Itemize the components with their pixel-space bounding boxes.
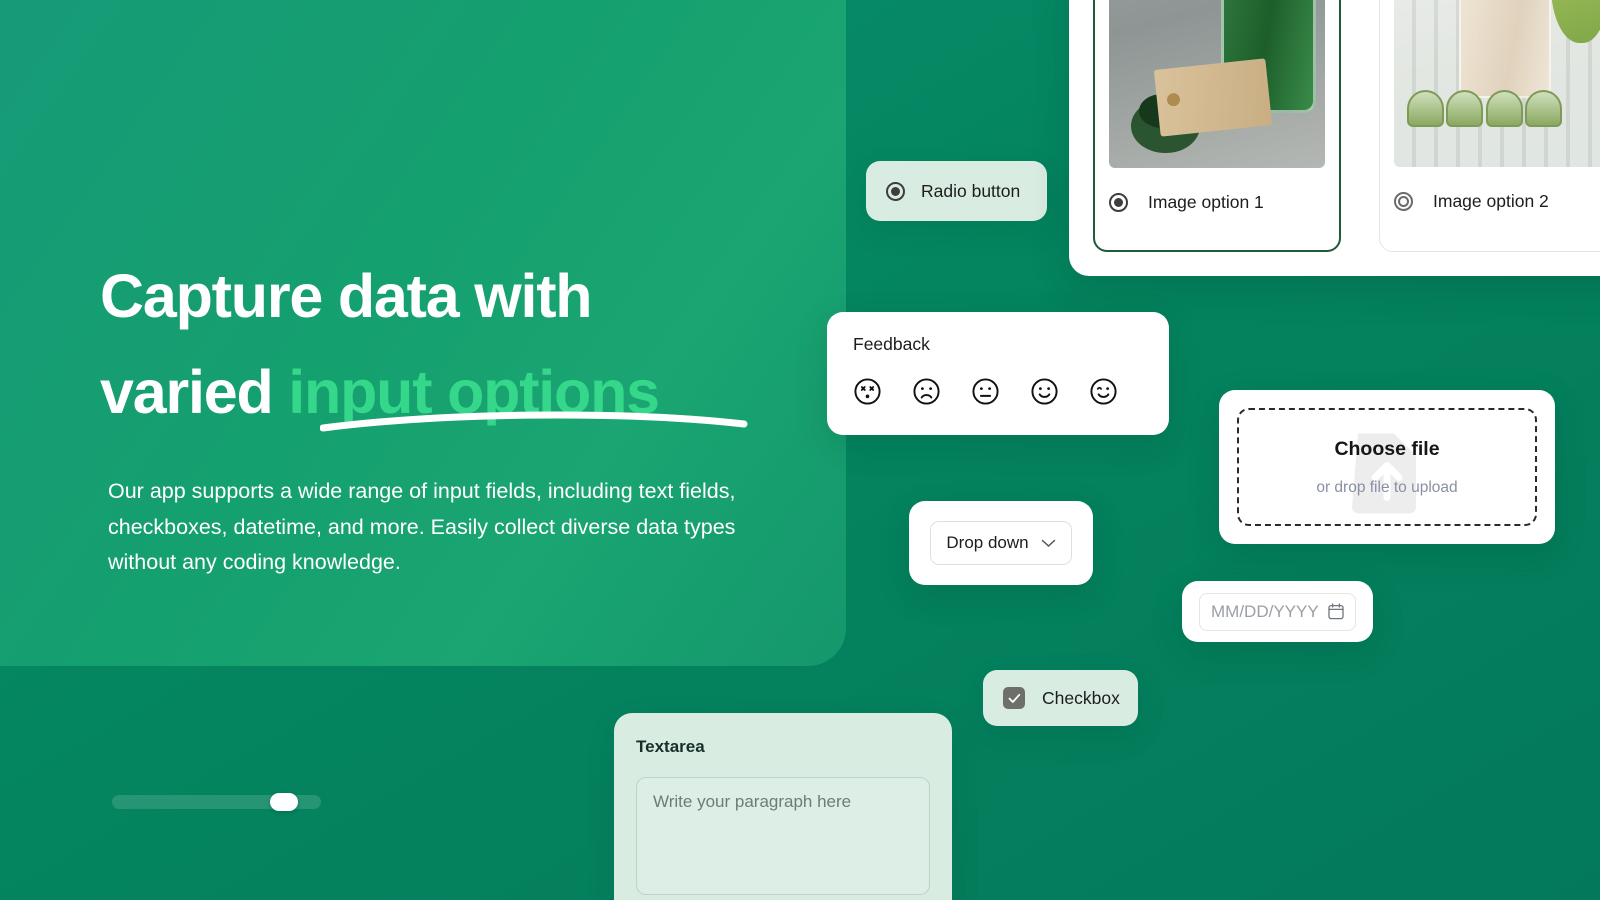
radio-button-label: Radio button [921,180,1021,201]
date-placeholder: MM/DD/YYYY [1211,601,1319,621]
drop-file-hint: or drop file to upload [1316,478,1458,496]
image-option-1-label: Image option 1 [1148,192,1264,212]
hero-heading-block: Capture data with varied input options [100,248,800,440]
headline-line-1: Capture data with [100,262,593,330]
radio-selected-icon[interactable] [1109,193,1128,212]
hero-body-text: Our app supports a wide range of input f… [108,479,736,574]
face-wink-icon[interactable] [1089,377,1118,406]
image-options-panel: Image option 1 Image option 2 [1069,0,1600,276]
choose-file-label[interactable]: Choose file [1334,438,1439,461]
image-option-2-label: Image option 2 [1433,191,1549,211]
calendar-icon[interactable] [1328,603,1344,620]
slider-thumb[interactable] [270,793,298,811]
image-option-2-photo [1394,0,1600,167]
radio-unselected-icon[interactable] [1394,192,1413,211]
headline-plain-part: varied [100,358,289,426]
textarea-input[interactable]: Write your paragraph here [636,777,930,895]
range-slider[interactable] [112,793,321,811]
feedback-face-row [853,377,1143,406]
image-option-card-2[interactable]: Image option 2 [1379,0,1600,252]
file-drop-zone[interactable]: Choose file or drop file to upload [1237,408,1537,526]
date-input-card: MM/DD/YYYY [1182,581,1373,642]
face-dizzy-icon[interactable] [853,377,882,406]
face-smile-icon[interactable] [1030,377,1059,406]
headline-underline-icon [320,411,748,432]
face-frown-icon[interactable] [912,377,941,406]
image-option-2-caption[interactable]: Image option 2 [1394,167,1600,212]
feedback-title: Feedback [853,334,930,354]
dropdown-card: Drop down [909,501,1093,585]
feedback-card: Feedback [827,312,1169,435]
image-option-1-photo [1109,0,1325,168]
page-stage: Capture data with varied input options O… [0,0,1600,900]
dropdown-value: Drop down [946,533,1029,552]
date-input[interactable]: MM/DD/YYYY [1199,592,1356,631]
image-option-card-1[interactable]: Image option 1 [1093,0,1341,252]
textarea-card: Textarea Write your paragraph here [614,713,952,900]
file-upload-card: Choose file or drop file to upload [1219,390,1555,544]
radio-button-card[interactable]: Radio button [866,161,1047,221]
checkbox-label: Checkbox [1042,687,1120,708]
image-option-1-caption[interactable]: Image option 1 [1109,168,1325,213]
checkbox-checked-icon[interactable] [1003,687,1025,709]
checkbox-card[interactable]: Checkbox [983,670,1138,726]
textarea-label: Textarea [636,737,705,756]
dropdown-select[interactable]: Drop down [930,521,1072,565]
face-neutral-icon[interactable] [971,377,1000,406]
chevron-down-icon [1041,539,1055,547]
radio-selected-icon[interactable] [886,181,905,201]
